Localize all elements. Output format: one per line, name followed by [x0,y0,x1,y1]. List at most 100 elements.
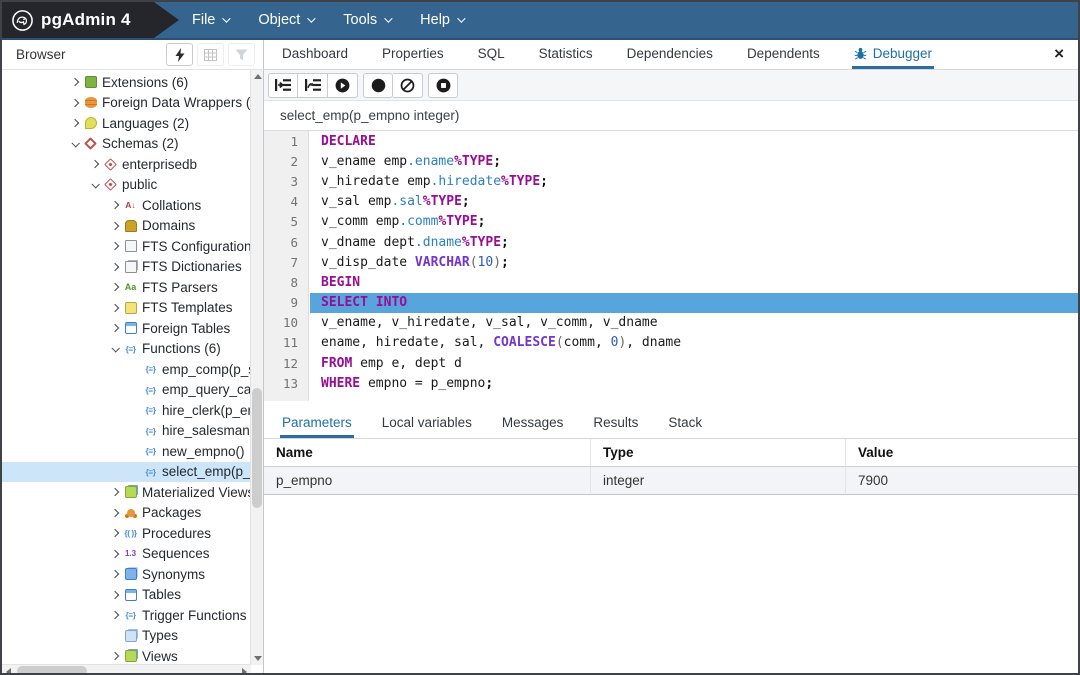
tree-item-languages-2[interactable]: Languages (2) [2,113,251,134]
code-editor[interactable]: 1DECLARE2v_ename emp.ename%TYPE;3v_hired… [264,131,1078,401]
panel-tab-local-variables[interactable]: Local variables [380,409,474,438]
expand-chevron-icon[interactable] [106,530,123,536]
line-number[interactable]: 11 [264,335,309,350]
tree-item-foreign-tables[interactable]: Foreign Tables [2,318,251,339]
tree-item-collations[interactable]: A↓Collations [2,195,251,216]
expand-chevron-icon[interactable] [106,510,123,516]
line-number[interactable]: 1 [264,134,309,149]
tree-item-fts-configurations[interactable]: FTS Configurations [2,236,251,257]
code-line-12[interactable]: 12FROM emp e, dept d [264,353,1078,373]
expand-chevron-icon[interactable] [106,202,123,208]
tree-item-synonyms[interactable]: Synonyms [2,564,251,585]
tree-item-trigger-functions[interactable]: {≡}Trigger Functions [2,605,251,626]
tree-item-emp-comp-p-sa[interactable]: {≡}emp_comp(p_sa [2,359,251,380]
tree-item-extensions-6[interactable]: Extensions (6) [2,72,251,93]
line-number[interactable]: 7 [264,255,309,270]
panel-tab-stack[interactable]: Stack [666,409,704,438]
expand-chevron-icon[interactable] [66,100,83,106]
tree-item-hire-clerk-p-enar[interactable]: {≡}hire_clerk(p_enar [2,400,251,421]
menu-file[interactable]: File [192,12,228,28]
expand-chevron-icon[interactable] [86,161,103,167]
tree-item-tables[interactable]: Tables [2,585,251,606]
expand-chevron-icon[interactable] [106,612,123,618]
quick-search-button[interactable] [166,43,193,66]
clear-breakpoints-button[interactable] [393,73,423,98]
line-number[interactable]: 10 [264,315,309,330]
tab-properties[interactable]: Properties [380,40,446,69]
code-line-8[interactable]: 8BEGIN [264,272,1078,292]
line-number[interactable]: 12 [264,356,309,371]
expand-chevron-icon[interactable] [66,79,83,85]
scroll-left-arrow[interactable] [2,665,15,675]
line-number[interactable]: 13 [264,376,309,391]
line-number[interactable]: 9 [264,295,309,310]
tree-item-packages[interactable]: Packages [2,503,251,524]
expand-chevron-icon[interactable] [106,325,123,331]
expand-chevron-icon[interactable] [106,223,123,229]
expand-chevron-icon[interactable] [106,489,123,495]
tab-debugger[interactable]: Debugger [852,40,934,69]
tree-item-domains[interactable]: Domains [2,216,251,237]
tab-statistics[interactable]: Statistics [537,40,595,69]
tree-item-fts-parsers[interactable]: AaFTS Parsers [2,277,251,298]
vertical-scroll-thumb[interactable] [252,388,262,508]
column-header-type[interactable]: Type [590,439,845,467]
tab-dashboard[interactable]: Dashboard [280,40,350,69]
tree-item-types[interactable]: Types [2,626,251,647]
horizontal-scroll-thumb[interactable] [17,666,87,675]
scroll-up-arrow[interactable] [251,70,264,83]
tree-horizontal-scrollbar[interactable] [2,664,251,675]
tree-item-foreign-data-wrappers-2[interactable]: Foreign Data Wrappers (2) [2,93,251,114]
code-line-6[interactable]: 6v_dname dept.dname%TYPE; [264,232,1078,252]
tab-dependencies[interactable]: Dependencies [625,40,715,69]
tree-item-public[interactable]: public [2,175,251,196]
line-number[interactable]: 2 [264,154,309,169]
expand-chevron-icon[interactable] [106,284,123,290]
expand-chevron-icon[interactable] [66,120,83,126]
code-line-11[interactable]: 11ename, hiredate, sal, COALESCE(comm, 0… [264,333,1078,353]
tree-item-procedures[interactable]: {( )}Procedures [2,523,251,544]
code-line-13[interactable]: 13WHERE empno = p_empno; [264,373,1078,393]
expand-chevron-icon[interactable] [106,551,123,557]
collapse-chevron-icon[interactable] [86,182,103,188]
tab-sql[interactable]: SQL [476,40,507,69]
line-number[interactable]: 8 [264,275,309,290]
tree-item-materialized-views[interactable]: Materialized Views [2,482,251,503]
tree-item-select-emp-p-en[interactable]: {≡}select_emp(p_en [2,462,251,483]
scroll-down-arrow[interactable] [251,652,264,665]
tree-item-fts-templates[interactable]: FTS Templates [2,298,251,319]
tree-item-enterprisedb[interactable]: enterprisedb [2,154,251,175]
line-number[interactable]: 5 [264,214,309,229]
expand-chevron-icon[interactable] [106,264,123,270]
code-line-4[interactable]: 4v_sal emp.sal%TYPE; [264,192,1078,212]
scroll-right-arrow[interactable] [238,665,251,675]
code-line-1[interactable]: 1DECLARE [264,131,1078,151]
close-panel-icon[interactable]: × [1054,45,1064,62]
tree-vertical-scrollbar[interactable] [250,70,263,665]
code-line-3[interactable]: 3v_hiredate emp.hiredate%TYPE; [264,171,1078,191]
collapse-chevron-icon[interactable] [66,141,83,147]
line-number[interactable]: 4 [264,194,309,209]
expand-chevron-icon[interactable] [106,592,123,598]
code-line-9[interactable]: 9SELECT INTO [264,293,1078,313]
expand-chevron-icon[interactable] [106,653,123,659]
table-row[interactable]: p_empnointeger7900 [264,467,1078,495]
tree-item-schemas-2[interactable]: Schemas (2) [2,134,251,155]
step-over-button[interactable] [298,73,328,98]
line-number[interactable]: 6 [264,235,309,250]
continue-button[interactable] [328,73,358,98]
tree-item-fts-dictionaries[interactable]: FTS Dictionaries [2,257,251,278]
code-line-5[interactable]: 5v_comm emp.comm%TYPE; [264,212,1078,232]
tree-item-hire-salesman-p[interactable]: {≡}hire_salesman(p_ [2,421,251,442]
code-line-2[interactable]: 2v_ename emp.ename%TYPE; [264,151,1078,171]
step-into-button[interactable] [268,73,298,98]
stop-button[interactable] [428,73,458,98]
panel-tab-results[interactable]: Results [591,409,640,438]
tab-dependents[interactable]: Dependents [745,40,822,69]
panel-tab-messages[interactable]: Messages [500,409,566,438]
menu-tools[interactable]: Tools [343,12,390,28]
expand-chevron-icon[interactable] [106,305,123,311]
tree-item-sequences[interactable]: 1.3Sequences [2,544,251,565]
tree-item-new-empno[interactable]: {≡}new_empno() [2,441,251,462]
menu-help[interactable]: Help [420,12,463,28]
